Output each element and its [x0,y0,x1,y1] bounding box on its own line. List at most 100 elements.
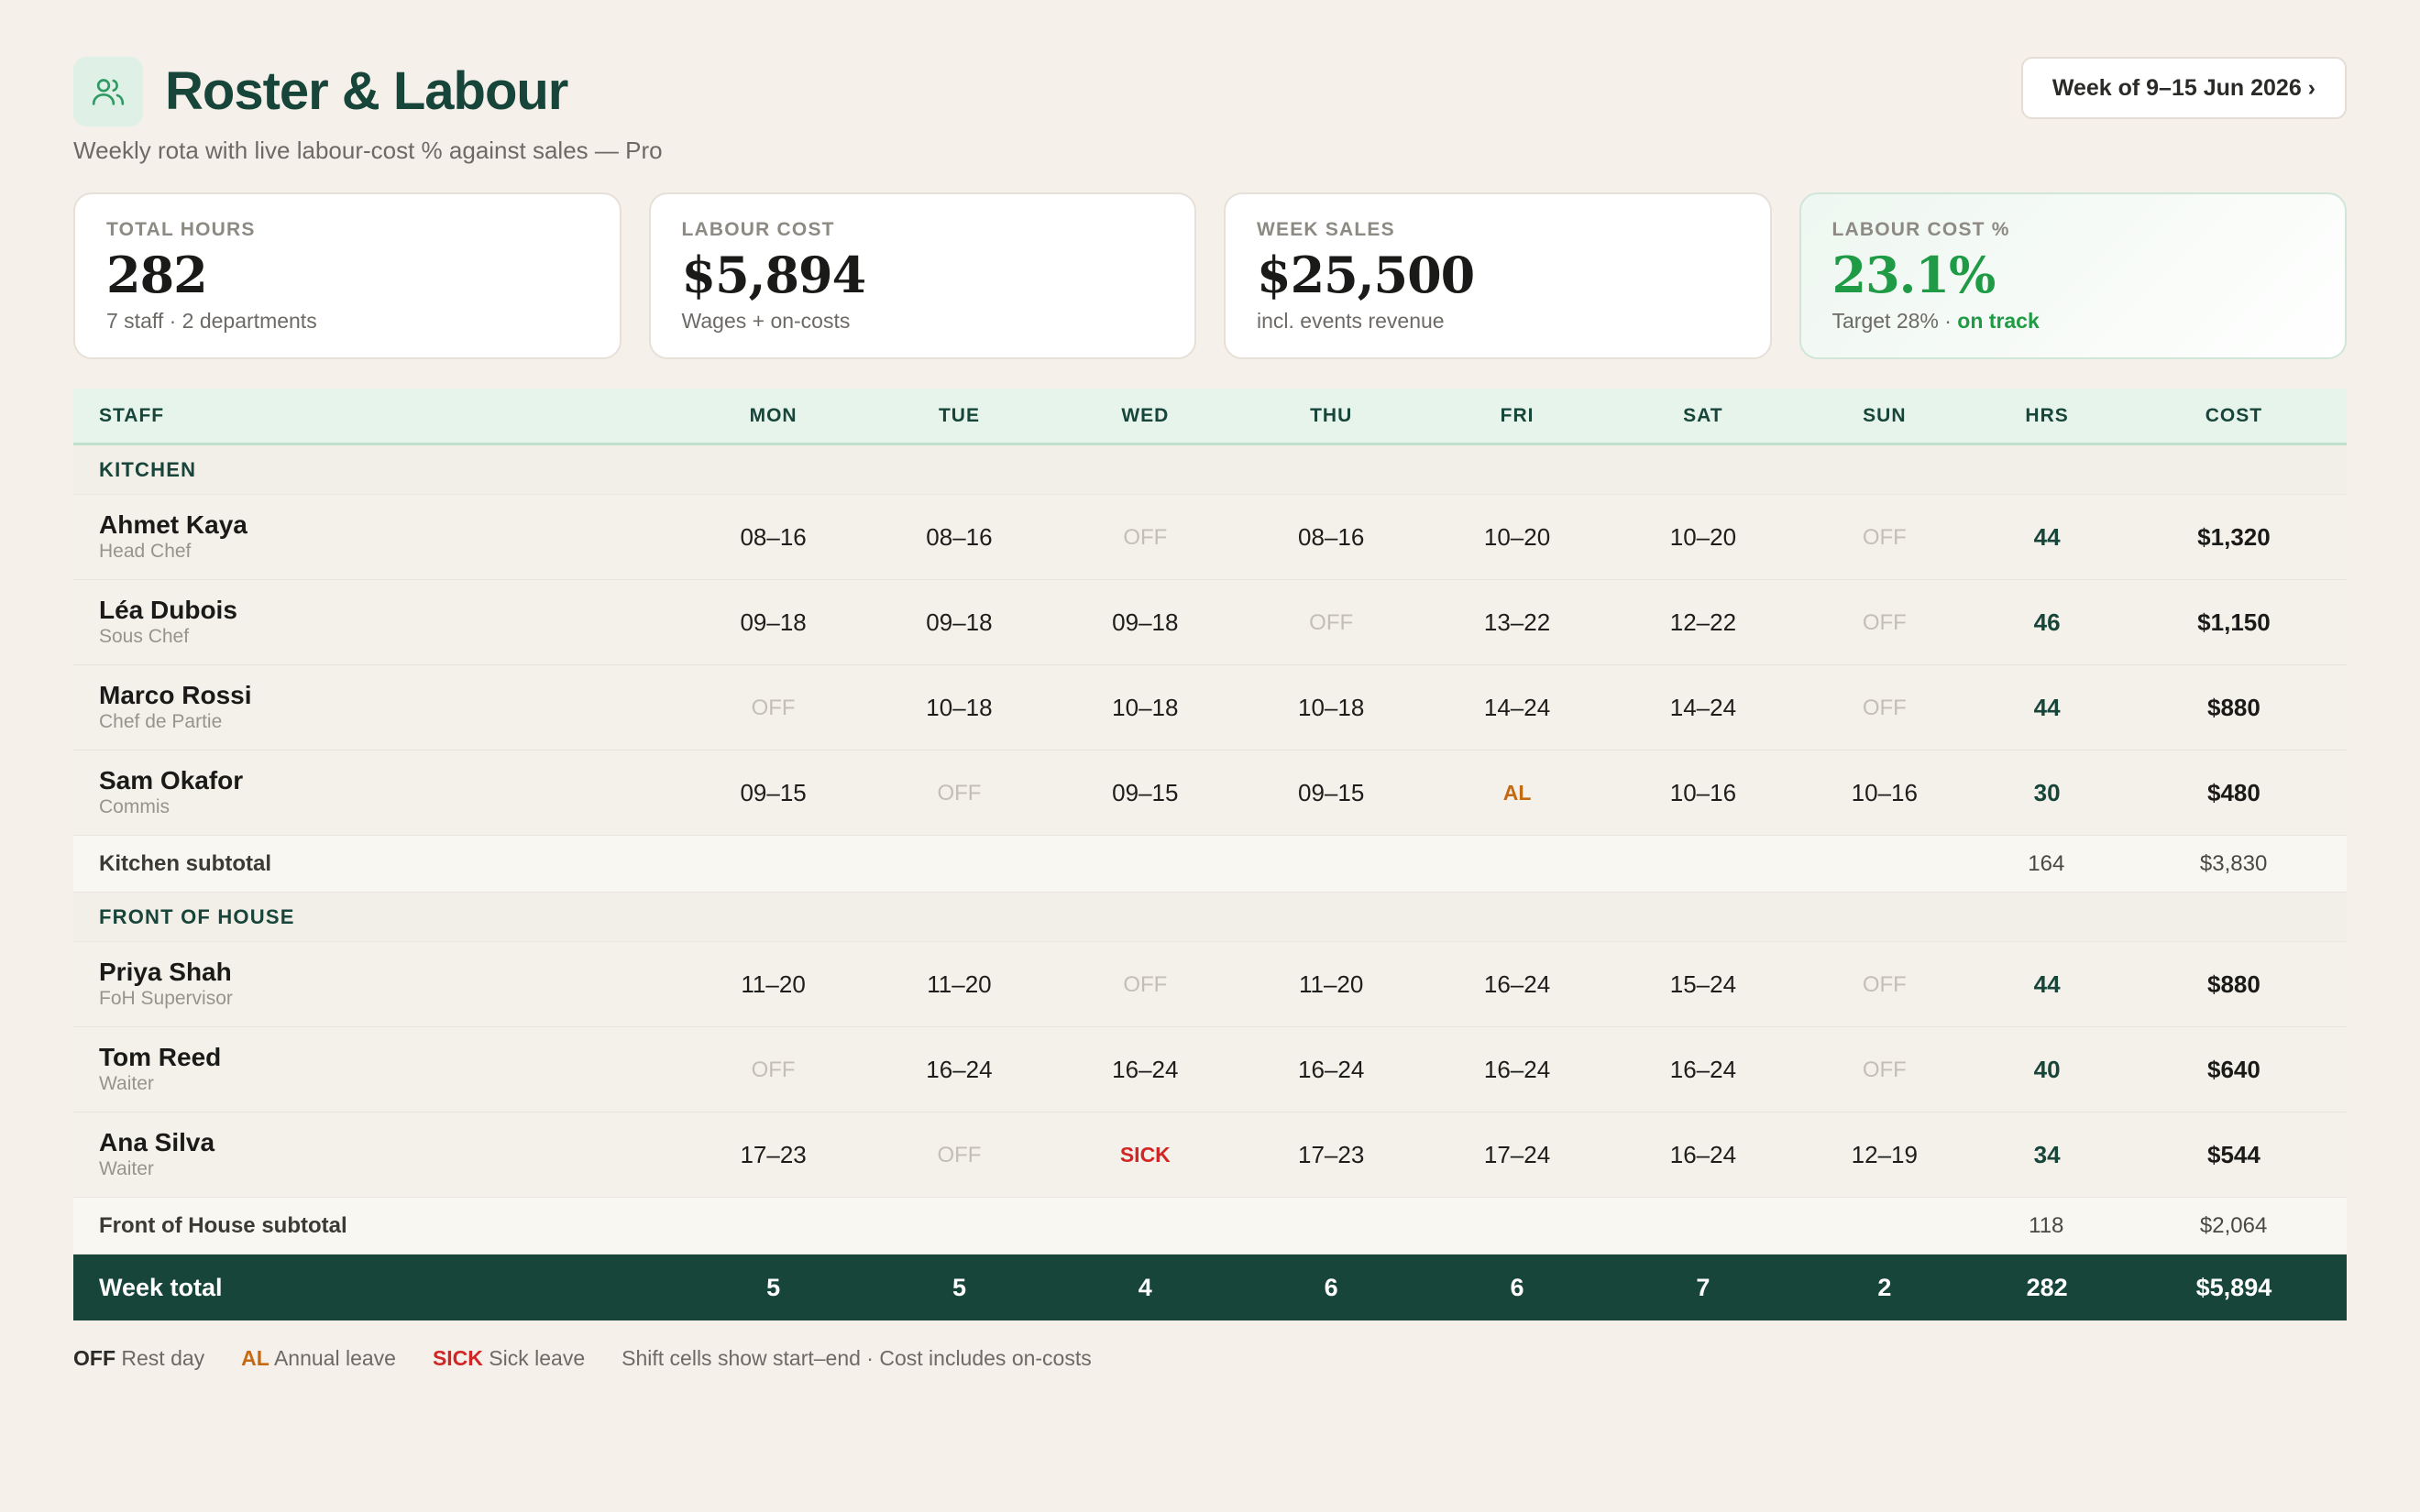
shift-cell-wed[interactable]: 16–24 [1052,1056,1238,1084]
shift-value: 10–18 [1298,693,1365,721]
shift-cell-sat[interactable]: 10–16 [1610,779,1796,807]
legend-annual-leave: AL Annual leave [241,1343,396,1373]
shift-cell-tue[interactable]: 10–18 [866,694,1052,722]
shift-cell-fri[interactable]: 10–20 [1424,523,1611,552]
row-hours: 44 [2033,970,2061,998]
kpi-sub: incl. events revenue [1257,309,1445,333]
shift-cell-fri[interactable]: 16–24 [1424,1056,1611,1084]
shift-cell-thu[interactable]: OFF [1238,609,1424,636]
shift-cell-sat[interactable]: 14–24 [1610,694,1796,722]
front-of-house-rows: Priya Shah FoH Supervisor 11–20 11–20 OFF 11–… [73,942,2347,1198]
shift-value: 10–20 [1483,522,1551,551]
shift-cell-sun[interactable]: 10–16 [1796,779,1973,807]
column-header-cost[interactable]: COST [2121,405,2347,427]
week-selector-button[interactable]: Week of 9–15 Jun 2026 › [2020,57,2347,119]
shift-cell-fri[interactable]: 14–24 [1424,694,1611,722]
shift-value: 17–23 [1298,1140,1365,1168]
subtotal-cost: $2,064 [2199,1212,2268,1238]
shift-cell-mon[interactable]: 17–23 [680,1141,866,1169]
column-header-fri[interactable]: FRI [1424,405,1611,427]
shift-value: 08–16 [926,522,993,551]
page-subtitle: Weekly rota with live labour-cost % agai… [73,137,663,164]
shift-cell-fri[interactable]: 16–24 [1424,970,1611,999]
shift-value: 11–20 [1298,970,1364,998]
staff-cell: Sam Okafor Commis [73,766,680,819]
shift-cell-mon[interactable]: OFF [680,1057,866,1083]
department-label: FRONT OF HOUSE [99,904,295,928]
shift-value: OFF [937,1142,982,1167]
shift-value: 15–24 [1669,970,1737,998]
row-hours: 44 [2033,693,2061,721]
shift-cell-fri[interactable]: 17–24 [1424,1141,1611,1169]
shift-cell-thu[interactable]: 08–16 [1238,523,1424,552]
shift-cell-tue[interactable]: 16–24 [866,1056,1052,1084]
subtotal-hours: 118 [2029,1212,2064,1238]
shift-cell-tue[interactable]: 09–18 [866,608,1052,637]
column-header-staff[interactable]: STAFF [73,405,680,427]
column-header-wed[interactable]: WED [1052,405,1238,427]
shift-cell-thu[interactable]: 17–23 [1238,1141,1424,1169]
column-header-hrs[interactable]: HRS [1973,405,2121,427]
shift-cell-tue[interactable]: 11–20 [866,970,1052,999]
column-header-tue[interactable]: TUE [866,405,1052,427]
column-header-sat[interactable]: SAT [1610,405,1796,427]
shift-cell-sun[interactable]: OFF [1796,695,1973,721]
shift-cell-sat[interactable]: 12–22 [1610,608,1796,637]
column-header-sun[interactable]: SUN [1796,405,1973,427]
shift-cell-mon[interactable]: 08–16 [680,523,866,552]
shift-cell-thu[interactable]: 09–15 [1238,779,1424,807]
shift-cell-sun[interactable]: OFF [1796,971,1973,998]
shift-cell-wed[interactable]: OFF [1052,971,1238,998]
shift-cell-sat[interactable]: 16–24 [1610,1056,1796,1084]
shift-cell-tue[interactable]: OFF [866,1142,1052,1168]
legend-sick-code: SICK [432,1346,483,1370]
shift-cell-mon[interactable]: 09–18 [680,608,866,637]
staff-cell: Léa Dubois Sous Chef [73,596,680,649]
shift-cell-tue[interactable]: OFF [866,780,1052,806]
shift-cell-thu[interactable]: 16–24 [1238,1056,1424,1084]
shift-cell-wed[interactable]: 10–18 [1052,694,1238,722]
staff-cell: Priya Shah FoH Supervisor [73,958,680,1011]
shift-cell-sat[interactable]: 15–24 [1610,970,1796,999]
shift-value: OFF [1862,971,1907,997]
table-row[interactable]: Priya Shah FoH Supervisor 11–20 11–20 OFF 11–… [73,942,2347,1027]
table-row[interactable]: Marco Rossi Chef de Partie OFF 10–18 10–18 10… [73,665,2347,751]
subtotal-label: Front of House subtotal [99,1212,347,1238]
shift-cell-mon[interactable]: 09–15 [680,779,866,807]
table-row[interactable]: Tom Reed Waiter OFF 16–24 16–24 16–24 16–24 16–… [73,1027,2347,1112]
shift-value: 10–18 [1112,693,1179,721]
table-row[interactable]: Léa Dubois Sous Chef 09–18 09–18 09–18 OFF 13–… [73,580,2347,665]
kpi-week-sales: WEEK SALES $25,500 incl. events revenue [1224,192,1772,359]
shift-value: 16–24 [926,1055,993,1083]
column-header-mon[interactable]: MON [680,405,866,427]
table-row[interactable]: Sam Okafor Commis 09–15 OFF 09–15 09–15 AL 10–1… [73,751,2347,836]
table-row[interactable]: Ahmet Kaya Head Chef 08–16 08–16 OFF 08–16 10–… [73,495,2347,580]
shift-cell-fri[interactable]: AL [1424,780,1611,806]
total-fri: 6 [1510,1273,1524,1301]
shift-cell-sun[interactable]: OFF [1796,524,1973,551]
shift-cell-wed[interactable]: 09–15 [1052,779,1238,807]
shift-cell-sun[interactable]: OFF [1796,609,1973,636]
shift-cell-mon[interactable]: OFF [680,695,866,721]
shift-cell-sun[interactable]: 12–19 [1796,1141,1973,1169]
shift-value: OFF [751,1057,796,1082]
column-header-thu[interactable]: THU [1238,405,1424,427]
shift-cell-wed[interactable]: OFF [1052,524,1238,551]
table-row[interactable]: Ana Silva Waiter 17–23 OFF SICK 17–23 17–24 16–… [73,1112,2347,1198]
staff-cell: Ana Silva Waiter [73,1128,680,1181]
shift-cell-thu[interactable]: 10–18 [1238,694,1424,722]
shift-value: OFF [1123,971,1168,997]
shift-cell-fri[interactable]: 13–22 [1424,608,1611,637]
shift-cell-mon[interactable]: 11–20 [680,970,866,999]
shift-cell-tue[interactable]: 08–16 [866,523,1052,552]
staff-name: Ahmet Kaya [99,510,248,539]
shift-cell-sat[interactable]: 16–24 [1610,1141,1796,1169]
shift-cell-wed[interactable]: SICK [1052,1142,1238,1168]
shift-value: 16–24 [1112,1055,1179,1083]
shift-cell-wed[interactable]: 09–18 [1052,608,1238,637]
shift-cell-sun[interactable]: OFF [1796,1057,1973,1083]
shift-cell-sat[interactable]: 10–20 [1610,523,1796,552]
shift-value: OFF [1123,524,1168,550]
shift-cell-thu[interactable]: 11–20 [1238,970,1424,999]
kpi-label: LABOUR COST % [1832,219,2010,240]
